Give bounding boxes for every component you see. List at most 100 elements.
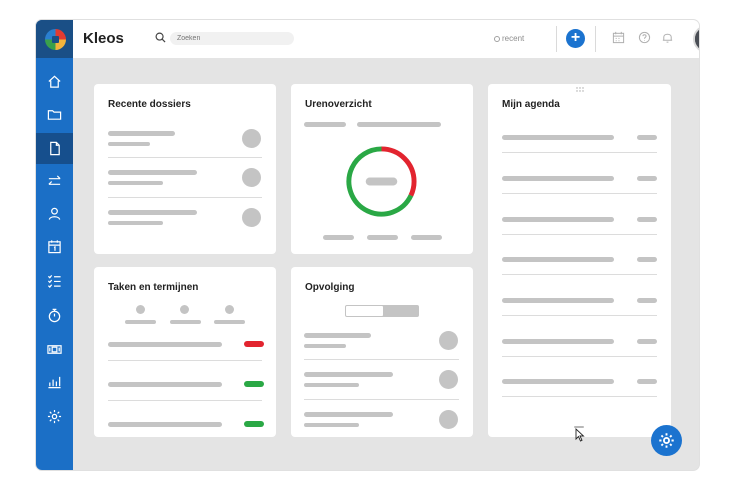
logo-cell[interactable] (36, 20, 73, 58)
nav-settings[interactable] (36, 401, 73, 432)
recent-icon (494, 36, 500, 42)
divider (502, 234, 657, 235)
placeholder-bar (170, 320, 201, 324)
status-badge-red (244, 341, 264, 347)
divider (502, 356, 657, 357)
user-photo-icon (695, 27, 699, 51)
divider (502, 193, 657, 194)
document-icon (50, 141, 60, 156)
user-icon (48, 207, 61, 220)
placeholder-bar (304, 333, 371, 338)
sidebar (36, 20, 73, 470)
recent-dossiers-card: Recente dossiers (94, 84, 276, 254)
placeholder-bar (323, 235, 354, 240)
hours-ring-chart (346, 146, 417, 217)
placeholder-bar (357, 122, 441, 127)
card-title: Opvolging (305, 282, 355, 293)
placeholder-bar (108, 221, 163, 225)
placeholder-bar (502, 257, 614, 262)
placeholder-bar (502, 379, 614, 384)
placeholder-bar (411, 235, 442, 240)
placeholder-avatar (439, 331, 458, 350)
avatar[interactable] (693, 25, 699, 53)
tasks-deadlines-card: Taken en termijnen (94, 267, 276, 437)
search-box (155, 31, 333, 45)
folder-icon (47, 110, 62, 120)
divider (108, 157, 262, 158)
placeholder-bar (502, 176, 614, 181)
chart-icon (48, 376, 61, 389)
placeholder-avatar (439, 410, 458, 429)
recent-button[interactable]: recent (494, 34, 524, 43)
placeholder-bar (637, 135, 657, 140)
search-input[interactable] (170, 32, 294, 45)
placeholder-bar (637, 339, 657, 344)
divider (502, 315, 657, 316)
card-title: Mijn agenda (502, 99, 560, 110)
placeholder-bar (502, 339, 614, 344)
calendar-icon (48, 240, 61, 254)
search-icon[interactable] (155, 32, 166, 43)
nav-home[interactable] (36, 66, 73, 97)
add-button[interactable]: + (566, 29, 585, 48)
app-title: Kleos (83, 30, 124, 47)
checklist-icon (47, 274, 61, 288)
placeholder-bar (108, 131, 175, 136)
placeholder-bar (304, 372, 393, 377)
nav-folders[interactable] (36, 99, 73, 130)
placeholder-bar (502, 217, 614, 222)
nav-calendar[interactable] (36, 231, 73, 262)
segmented-toggle[interactable] (345, 305, 419, 317)
help-icon[interactable] (638, 31, 651, 44)
gear-icon (659, 433, 674, 448)
status-badge-green (244, 381, 264, 387)
status-badge-green (244, 421, 264, 427)
placeholder-bar (304, 412, 393, 417)
divider (304, 399, 459, 400)
nav-timer[interactable] (36, 300, 73, 331)
placeholder-bar (108, 210, 197, 215)
placeholder-avatar (242, 168, 261, 187)
nav-documents[interactable] (36, 133, 73, 164)
placeholder-bar (502, 298, 614, 303)
divider (502, 396, 657, 397)
placeholder-bar (637, 257, 657, 262)
home-icon (48, 75, 61, 88)
nav-reports[interactable] (36, 366, 73, 397)
bell-icon[interactable] (661, 31, 674, 44)
placeholder-avatar (242, 129, 261, 148)
divider (502, 274, 657, 275)
top-bar: Kleos recent + (73, 20, 699, 58)
nav-transfers[interactable] (36, 166, 73, 197)
placeholder-bar (502, 135, 614, 140)
placeholder-bar (214, 320, 245, 324)
toggle-active-segment[interactable] (346, 306, 383, 316)
placeholder-bar (108, 142, 150, 146)
divider (108, 360, 262, 361)
divider (502, 152, 657, 153)
divider (108, 400, 262, 401)
placeholder-bar (125, 320, 156, 324)
settings-fab-button[interactable] (651, 425, 682, 456)
followup-card: Opvolging (291, 267, 473, 437)
placeholder-bar (108, 382, 222, 387)
placeholder-avatar (242, 208, 261, 227)
hours-overview-card: Urenoverzicht (291, 84, 473, 254)
transfer-icon (48, 175, 61, 185)
placeholder-bar (108, 422, 222, 427)
stopwatch-icon (48, 308, 61, 323)
card-title: Urenoverzicht (305, 99, 372, 110)
calendar-icon[interactable] (612, 31, 625, 44)
drag-handle-icon[interactable] (576, 87, 584, 92)
placeholder-bar (304, 423, 359, 427)
divider (108, 197, 262, 198)
placeholder-bar (637, 298, 657, 303)
divider (556, 26, 557, 52)
nav-billing[interactable] (36, 334, 73, 365)
divider (304, 359, 459, 360)
cursor-icon (575, 428, 585, 442)
nav-contacts[interactable] (36, 198, 73, 229)
placeholder-bar (108, 170, 197, 175)
nav-tasks[interactable] (36, 265, 73, 296)
gear-icon (47, 409, 62, 424)
